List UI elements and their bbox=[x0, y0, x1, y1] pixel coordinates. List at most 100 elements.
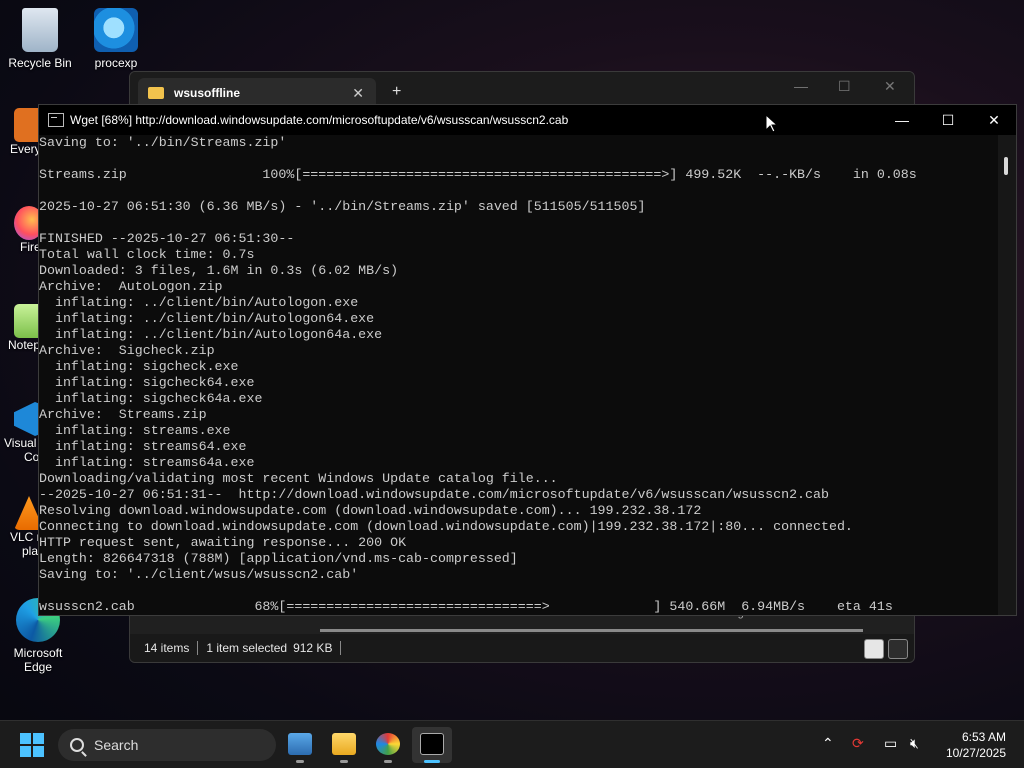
speaker-muted-icon[interactable]: 🔇︎ bbox=[910, 735, 919, 752]
console-close-button[interactable]: ✕ bbox=[971, 109, 1016, 131]
desktop-icon-notepad[interactable]: Notep bbox=[0, 304, 40, 352]
update-sync-icon[interactable]: ⟳ bbox=[852, 735, 864, 752]
console-app-icon bbox=[420, 733, 444, 755]
console-line: wsusscn2.cab 68%[=======================… bbox=[39, 599, 893, 614]
start-button[interactable] bbox=[20, 733, 44, 757]
taskbar-app-file-explorer[interactable] bbox=[324, 727, 364, 763]
mouse-pointer-icon bbox=[765, 114, 777, 133]
vscode-icon bbox=[14, 402, 40, 436]
console-line: Archive: Streams.zip bbox=[39, 407, 207, 422]
windows-logo-icon bbox=[20, 733, 31, 744]
console-line: Downloaded: 3 files, 1.6M in 0.3s (6.02 … bbox=[39, 263, 399, 278]
firefox-icon bbox=[14, 206, 40, 240]
console-line: --2025-10-27 06:51:31-- http://download.… bbox=[39, 487, 829, 502]
windows-logo-icon bbox=[33, 746, 44, 757]
explorer-status-bar: 14 items 1 item selected 912 KB bbox=[130, 634, 914, 662]
status-selected: 1 item selected bbox=[206, 641, 288, 655]
horizontal-scrollbar[interactable] bbox=[320, 629, 863, 632]
status-item-count: 14 items bbox=[144, 641, 190, 655]
status-size: 912 KB bbox=[293, 641, 333, 655]
console-scrollbar[interactable] bbox=[998, 135, 1016, 615]
console-line: inflating: ../client/bin/Autologon64.exe bbox=[39, 311, 375, 326]
running-indicator bbox=[340, 760, 348, 763]
desktop-icon-label: Every bbox=[10, 142, 40, 156]
new-tab-button[interactable]: + bbox=[392, 83, 401, 101]
explorer-maximize-button[interactable]: ☐ bbox=[838, 78, 851, 95]
explorer-close-button[interactable]: ✕ bbox=[884, 78, 896, 95]
desktop-icon-firefox[interactable]: Fire bbox=[0, 206, 40, 254]
running-indicator bbox=[384, 760, 392, 763]
desktop-icon-label: Microsoft Edge bbox=[13, 646, 63, 674]
display-icon[interactable]: ▭ bbox=[884, 735, 897, 752]
console-line: FINISHED --2025-10-27 06:51:30-- bbox=[39, 231, 295, 246]
windows-logo-icon bbox=[33, 733, 44, 744]
console-line: inflating: ../client/bin/Autologon64a.ex… bbox=[39, 327, 383, 342]
console-line: inflating: sigcheck.exe bbox=[39, 359, 239, 374]
console-line: inflating: streams64a.exe bbox=[39, 455, 255, 470]
windows-logo-icon bbox=[20, 746, 31, 757]
everything-icon bbox=[14, 108, 40, 142]
status-separator bbox=[340, 641, 342, 655]
console-line: Streams.zip 100%[=======================… bbox=[39, 167, 917, 182]
desktop-icon-label: Fire bbox=[20, 240, 40, 254]
recycle-bin-icon bbox=[22, 8, 58, 52]
folder-icon bbox=[148, 87, 164, 99]
desktop-icon-label: Visual bbox=[4, 436, 37, 450]
console-minimize-button[interactable]: — bbox=[879, 109, 925, 131]
procexp-icon bbox=[94, 8, 138, 52]
console-line: Saving to: '../client/wsus/wsusscn2.cab' bbox=[39, 567, 359, 582]
console-window[interactable]: Wget [68%] http://download.windowsupdate… bbox=[38, 104, 1017, 616]
desktop-icon-recycle-bin[interactable]: Recycle Bin bbox=[0, 8, 80, 70]
clock-time: 6:53 AM bbox=[961, 730, 1006, 744]
explorer-tab-title: wsusoffline bbox=[174, 86, 241, 100]
desktop-icon-vlc[interactable]: VLC m pla bbox=[0, 496, 40, 558]
taskbar-clock[interactable]: 6:53 AM 10/27/2025 bbox=[946, 729, 1006, 761]
console-line: Archive: Sigcheck.zip bbox=[39, 343, 215, 358]
running-indicator bbox=[424, 760, 440, 763]
notepad-icon bbox=[14, 304, 40, 338]
console-line: inflating: streams.exe bbox=[39, 423, 231, 438]
console-icon bbox=[48, 113, 64, 127]
desktop-icon-label: VLC m bbox=[10, 530, 40, 544]
console-title: Wget [68%] http://download.windowsupdate… bbox=[70, 113, 569, 127]
network-app-icon bbox=[288, 733, 312, 755]
console-line: Downloading/validating most recent Windo… bbox=[39, 471, 558, 486]
running-indicator bbox=[296, 760, 304, 763]
console-output[interactable]: Saving to: '../bin/Streams.zip' Streams.… bbox=[39, 135, 998, 615]
taskbar-app-network-manager[interactable] bbox=[280, 727, 320, 763]
details-view-button[interactable] bbox=[864, 639, 884, 659]
status-separator bbox=[197, 641, 199, 655]
large-icons-view-button[interactable] bbox=[888, 639, 908, 659]
desktop-icon-everything[interactable]: Every bbox=[0, 108, 40, 156]
search-icon bbox=[70, 738, 84, 752]
console-line: Length: 826647318 (788M) [application/vn… bbox=[39, 551, 518, 566]
taskbar-app-wsus-offline[interactable] bbox=[368, 727, 408, 763]
clock-date: 10/27/2025 bbox=[945, 746, 1006, 760]
console-line: Total wall clock time: 0.7s bbox=[39, 247, 255, 262]
desktop-icon-label: Recycle Bin bbox=[8, 56, 72, 70]
desktop-icon-visual-studio-code[interactable]: Visual Co bbox=[0, 402, 40, 464]
console-line: 2025-10-27 06:51:30 (6.36 MB/s) - '../bi… bbox=[39, 199, 646, 214]
taskbar-search-box[interactable]: Search bbox=[58, 729, 276, 761]
explorer-minimize-button[interactable]: — bbox=[794, 78, 808, 94]
wsus-offline-icon bbox=[376, 733, 400, 755]
console-maximize-button[interactable]: ☐ bbox=[925, 109, 971, 131]
taskbar-app-console[interactable] bbox=[412, 727, 452, 763]
desktop-icon-label: procexp bbox=[94, 56, 138, 70]
console-line: inflating: sigcheck64.exe bbox=[39, 375, 255, 390]
desktop-icon-procexp[interactable]: procexp bbox=[76, 8, 156, 70]
explorer-titlebar: wsusoffline ✕ + — ☐ ✕ bbox=[130, 72, 914, 108]
console-line: Connecting to download.windowsupdate.com… bbox=[39, 519, 853, 534]
close-tab-icon[interactable]: ✕ bbox=[352, 85, 364, 102]
console-line: Saving to: '../bin/Streams.zip' bbox=[39, 135, 287, 150]
desktop-icon-label: Notep bbox=[8, 338, 40, 352]
console-line: inflating: sigcheck64a.exe bbox=[39, 391, 263, 406]
file-explorer-icon bbox=[332, 733, 356, 755]
scrollbar-thumb[interactable] bbox=[1004, 157, 1008, 175]
console-titlebar: Wget [68%] http://download.windowsupdate… bbox=[39, 105, 1016, 135]
show-hidden-icons-chevron-icon[interactable]: ⌃ bbox=[822, 735, 834, 752]
